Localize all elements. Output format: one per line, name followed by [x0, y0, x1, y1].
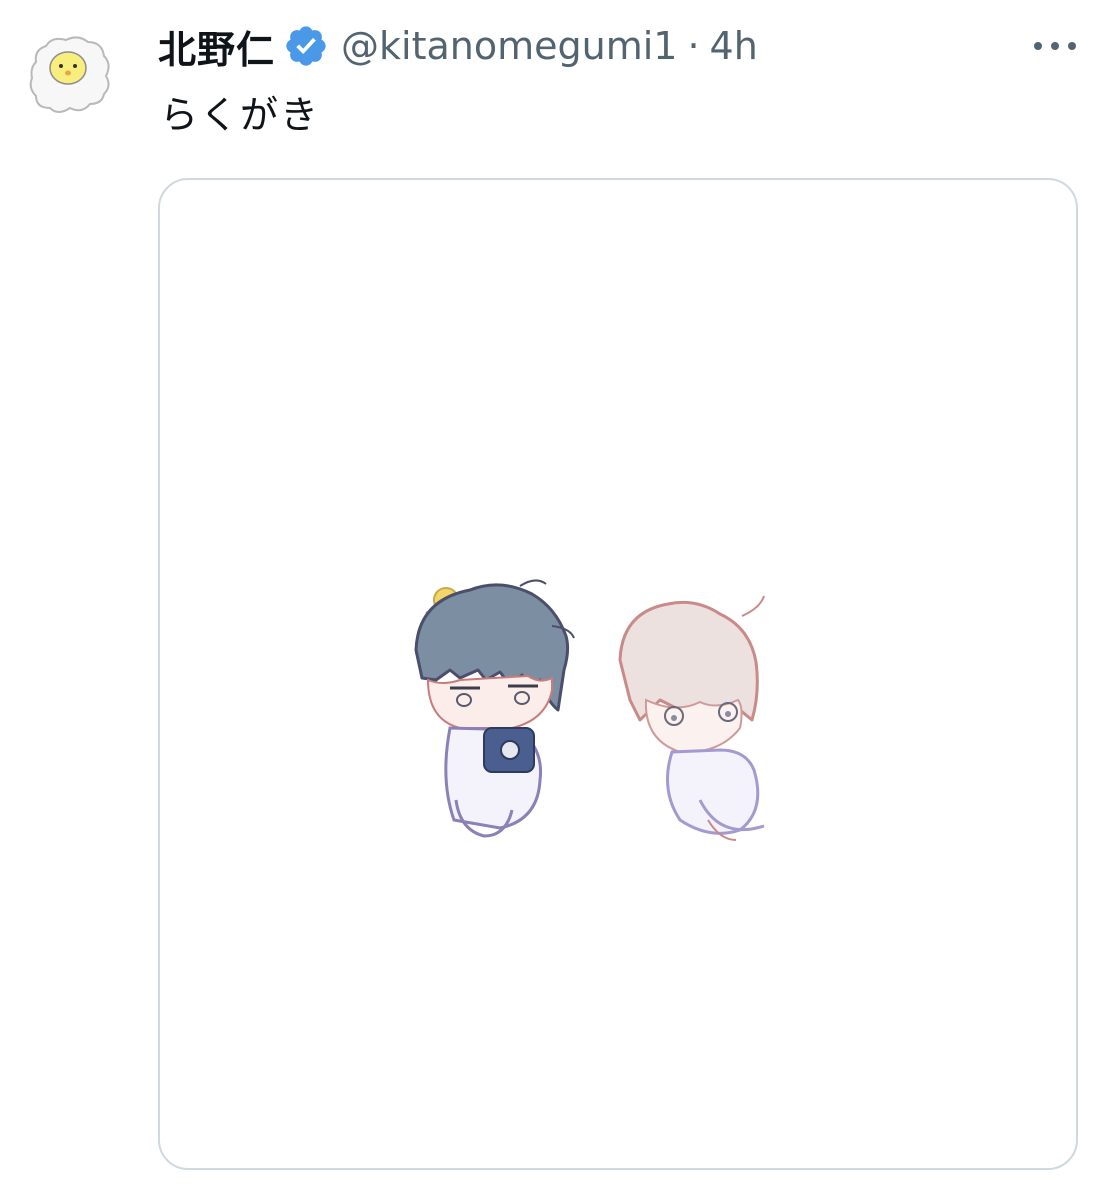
tweet-header: 北野仁 @kitanomegumi1 · 4h: [158, 18, 758, 74]
author-handle[interactable]: @kitanomegumi1: [341, 24, 677, 68]
avatar[interactable]: [22, 28, 114, 120]
display-name[interactable]: 北野仁: [158, 19, 275, 74]
more-button[interactable]: [1027, 28, 1083, 64]
tweet-media[interactable]: [158, 178, 1078, 1170]
tweet-text: らくがき: [160, 93, 321, 137]
left-character-figure: [414, 579, 575, 838]
timestamp[interactable]: 4h: [710, 24, 758, 68]
verified-badge-icon[interactable]: [283, 23, 329, 69]
more-horizontal-icon: [1034, 42, 1076, 50]
chick-doodle-avatar-icon: [29, 36, 110, 113]
right-character-figure: [618, 595, 765, 841]
separator-dot: ·: [687, 24, 700, 68]
doodle-illustration-icon: [414, 579, 765, 841]
tweet: 北野仁 @kitanomegumi1 · 4h らくがき: [0, 0, 1105, 1197]
